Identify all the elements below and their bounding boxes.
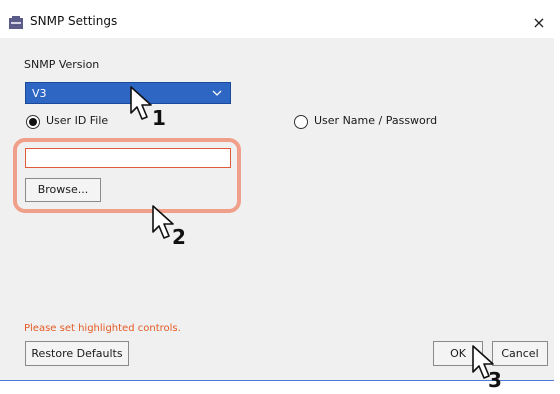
user-name-password-radio[interactable] [294, 115, 308, 129]
highlight-callout-box [13, 138, 241, 213]
window-title: SNMP Settings [30, 14, 118, 28]
user-id-file-label: User ID File [46, 114, 109, 127]
close-icon[interactable]: × [528, 13, 550, 33]
radio-selected-dot [29, 118, 37, 126]
chevron-down-icon [212, 90, 222, 96]
user-id-file-radio[interactable] [26, 115, 40, 129]
restore-defaults-button[interactable]: Restore Defaults [25, 341, 129, 366]
step-number-2: 2 [172, 225, 186, 249]
user-name-password-label: User Name / Password [314, 114, 438, 127]
snmp-version-label: SNMP Version [24, 58, 100, 71]
step-number-1: 1 [152, 106, 166, 130]
step-number-3: 3 [488, 368, 502, 392]
validation-error-message: Please set highlighted controls. [24, 323, 181, 334]
settings-window-icon [9, 16, 23, 29]
snmp-version-value: V3 [32, 87, 47, 100]
